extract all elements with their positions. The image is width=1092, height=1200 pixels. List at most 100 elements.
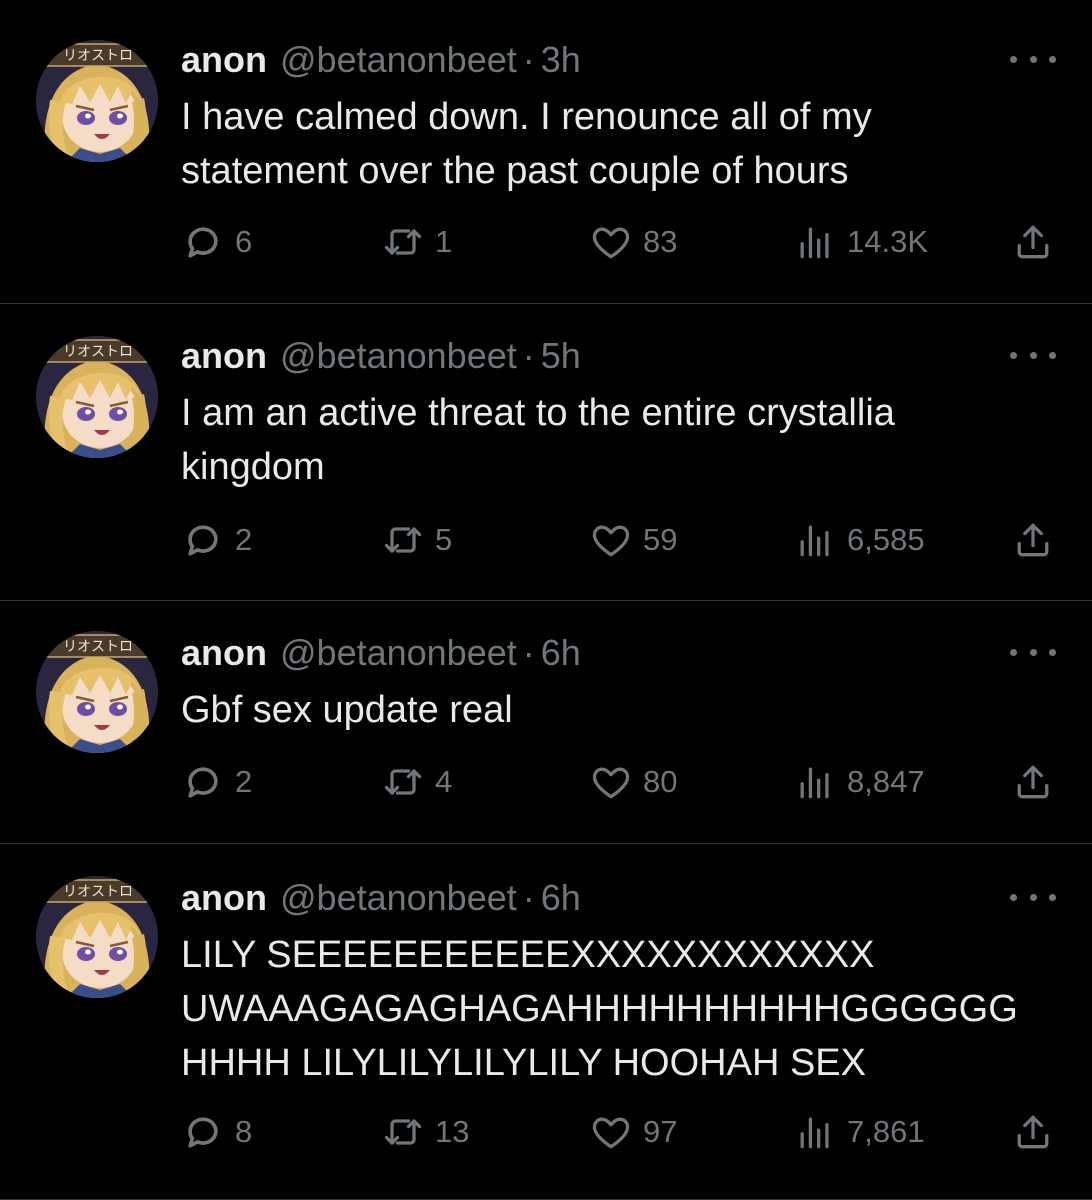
- username[interactable]: @betanonbeet: [280, 631, 517, 675]
- tweet[interactable]: リオストロ anon @betanonbeet · 3h I have calm…: [0, 0, 1092, 303]
- repost-count: 13: [435, 1114, 470, 1149]
- repost-button[interactable]: 4: [381, 760, 452, 804]
- views-button[interactable]: 7,861: [793, 1110, 925, 1154]
- heart-icon: [589, 1110, 643, 1154]
- display-name[interactable]: anon: [181, 334, 267, 378]
- share-button[interactable]: [1011, 760, 1065, 804]
- repost-button[interactable]: 13: [381, 1110, 469, 1154]
- tweet-text: I am an active threat to the entire crys…: [181, 392, 895, 488]
- repost-icon: [381, 518, 435, 562]
- like-count: 97: [643, 1114, 678, 1149]
- repost-count: 1: [435, 224, 453, 259]
- view-count: 14.3K: [847, 224, 929, 259]
- reply-button[interactable]: 6: [181, 220, 252, 264]
- tweet-header: anon @betanonbeet · 6h: [181, 876, 581, 920]
- share-icon: [1011, 518, 1065, 562]
- more-icon[interactable]: [1010, 887, 1056, 907]
- like-count: 83: [643, 224, 678, 259]
- repost-icon: [381, 1110, 435, 1154]
- tweet[interactable]: リオストロ anon @betanonbeet · 6h LILY SEEEEE…: [0, 844, 1092, 1200]
- reply-count: 2: [235, 764, 253, 799]
- display-name[interactable]: anon: [181, 631, 267, 675]
- reply-count: 8: [235, 1114, 253, 1149]
- like-button[interactable]: 80: [589, 760, 677, 804]
- tweet-header: anon @betanonbeet · 5h: [181, 334, 581, 378]
- avatar-banner-text: リオストロ: [63, 48, 133, 64]
- tweet[interactable]: リオストロ anon @betanonbeet · 5h I am an act…: [0, 304, 1092, 600]
- reply-count: 6: [235, 224, 253, 259]
- repost-icon: [381, 760, 435, 804]
- more-icon[interactable]: [1010, 345, 1056, 365]
- heart-icon: [589, 518, 643, 562]
- reply-button[interactable]: 8: [181, 1110, 252, 1154]
- repost-icon: [381, 220, 435, 264]
- tweet-text: LILY SEEEEEEEEEEEXXXXXXXXXXXX UWAAAGAGAG…: [181, 934, 1018, 1084]
- share-button[interactable]: [1011, 518, 1065, 562]
- separator: ·: [522, 877, 535, 918]
- avatar[interactable]: リオストロ: [36, 876, 158, 998]
- avatar-illustration: リオストロ: [36, 631, 158, 753]
- timestamp[interactable]: 6h: [541, 631, 581, 675]
- display-name[interactable]: anon: [181, 876, 267, 920]
- tweet-text: Gbf sex update real: [181, 689, 513, 731]
- reply-count: 2: [235, 522, 253, 557]
- username[interactable]: @betanonbeet: [280, 334, 517, 378]
- share-button[interactable]: [1011, 1110, 1065, 1154]
- view-count: 6,585: [847, 522, 925, 557]
- share-icon: [1011, 220, 1065, 264]
- reply-icon: [181, 760, 235, 804]
- reply-button[interactable]: 2: [181, 760, 252, 804]
- timeline-feed: リオストロ anon @betanonbeet · 3h I have calm…: [0, 0, 1092, 1200]
- separator: ·: [522, 335, 535, 376]
- views-button[interactable]: 14.3K: [793, 220, 928, 264]
- tweet[interactable]: リオストロ anon @betanonbeet · 6h Gbf sex upd…: [0, 601, 1092, 843]
- reply-button[interactable]: 2: [181, 518, 252, 562]
- reply-icon: [181, 1110, 235, 1154]
- avatar-illustration: リオストロ: [36, 876, 158, 998]
- avatar[interactable]: リオストロ: [36, 336, 158, 458]
- like-button[interactable]: 97: [589, 1110, 677, 1154]
- avatar[interactable]: リオストロ: [36, 40, 158, 162]
- views-icon: [793, 220, 847, 264]
- reply-icon: [181, 518, 235, 562]
- view-count: 8,847: [847, 764, 925, 799]
- avatar-banner-text: リオストロ: [63, 639, 133, 655]
- username[interactable]: @betanonbeet: [280, 38, 517, 82]
- heart-icon: [589, 760, 643, 804]
- separator: ·: [522, 39, 535, 80]
- tweet-header: anon @betanonbeet · 3h: [181, 38, 581, 82]
- repost-count: 4: [435, 764, 453, 799]
- like-button[interactable]: 59: [589, 518, 677, 562]
- avatar-banner-text: リオストロ: [63, 884, 133, 900]
- display-name[interactable]: anon: [181, 38, 267, 82]
- avatar-illustration: リオストロ: [36, 336, 158, 458]
- repost-button[interactable]: 5: [381, 518, 452, 562]
- tweet-header: anon @betanonbeet · 6h: [181, 631, 581, 675]
- views-button[interactable]: 6,585: [793, 518, 925, 562]
- view-count: 7,861: [847, 1114, 925, 1149]
- views-icon: [793, 518, 847, 562]
- repost-button[interactable]: 1: [381, 220, 452, 264]
- heart-icon: [589, 220, 643, 264]
- share-button[interactable]: [1011, 220, 1065, 264]
- avatar[interactable]: リオストロ: [36, 631, 158, 753]
- tweet-text: I have calmed down. I renounce all of my…: [181, 96, 872, 192]
- timestamp[interactable]: 5h: [541, 334, 581, 378]
- views-icon: [793, 760, 847, 804]
- views-button[interactable]: 8,847: [793, 760, 925, 804]
- reply-icon: [181, 220, 235, 264]
- timestamp[interactable]: 6h: [541, 876, 581, 920]
- more-icon[interactable]: [1010, 642, 1056, 662]
- like-count: 59: [643, 522, 678, 557]
- timestamp[interactable]: 3h: [541, 38, 581, 82]
- separator: ·: [522, 632, 535, 673]
- more-icon[interactable]: [1010, 49, 1056, 69]
- like-button[interactable]: 83: [589, 220, 677, 264]
- share-icon: [1011, 1110, 1065, 1154]
- username[interactable]: @betanonbeet: [280, 876, 517, 920]
- avatar-illustration: リオストロ: [36, 40, 158, 162]
- share-icon: [1011, 760, 1065, 804]
- like-count: 80: [643, 764, 678, 799]
- repost-count: 5: [435, 522, 453, 557]
- views-icon: [793, 1110, 847, 1154]
